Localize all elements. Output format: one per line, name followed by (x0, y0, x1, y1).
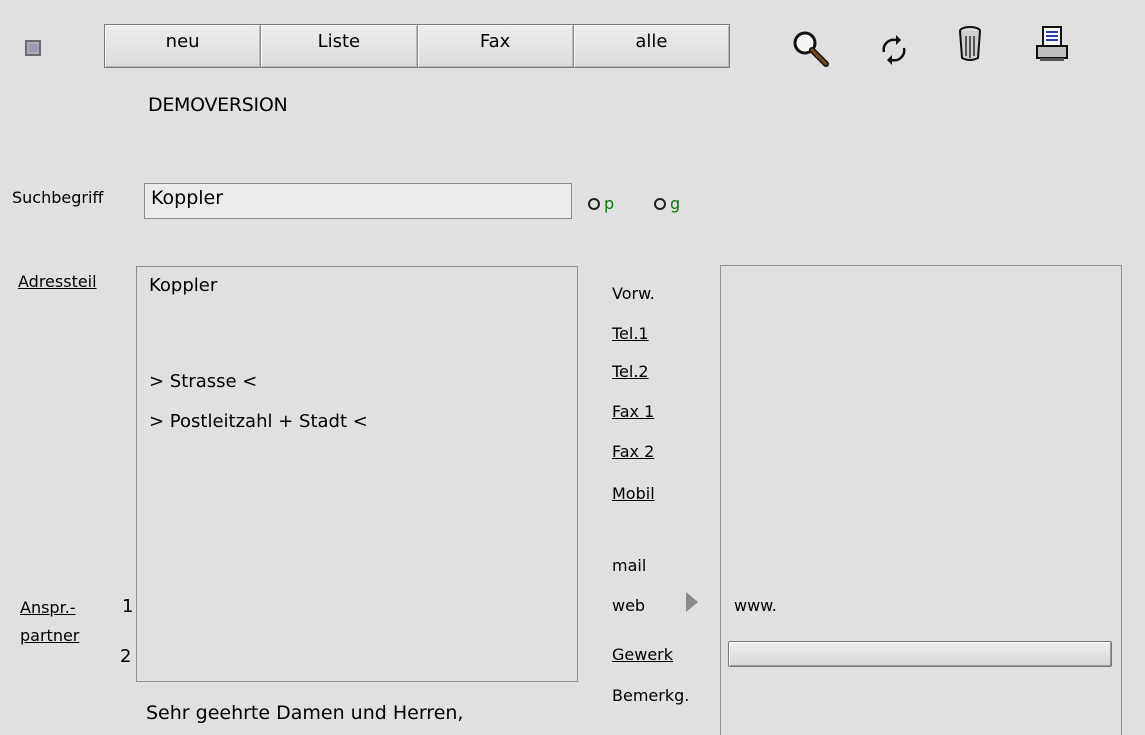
radio-p-circle[interactable] (588, 197, 600, 210)
list-button[interactable]: Liste (261, 25, 418, 67)
demo-version-label: DEMOVERSION (148, 94, 288, 116)
remarks-label: Bemerkg. (612, 686, 690, 705)
fax1-link[interactable]: Fax 1 (612, 402, 654, 421)
phone1-link[interactable]: Tel.1 (612, 324, 649, 343)
address-name-line: Koppler (149, 275, 218, 296)
phone2-link[interactable]: Tel.2 (612, 362, 649, 381)
greeting-text[interactable]: Sehr geehrte Damen und Herren, (146, 702, 463, 724)
search-icon[interactable] (790, 28, 830, 68)
radio-p-label: p (604, 194, 615, 213)
address-part-link[interactable]: Adressteil (18, 272, 97, 291)
address-street-line: > Strasse < (149, 371, 258, 392)
mobile-link[interactable]: Mobil (612, 484, 655, 503)
open-web-arrow-icon[interactable] (686, 592, 698, 612)
contact-person-link-line1[interactable]: Anspr.- (20, 598, 76, 617)
mail-label: mail (612, 556, 647, 575)
toolbar-button-bar: neu Liste Fax alle (104, 24, 730, 68)
web-label: web (612, 596, 646, 615)
address-textarea[interactable]: Koppler > Strasse < > Postleitzahl + Sta… (136, 266, 578, 682)
window-toggle-checkbox[interactable] (25, 40, 41, 56)
trade-select[interactable] (728, 641, 1112, 667)
all-button[interactable]: alle (573, 25, 729, 67)
contact-person-number-1[interactable]: 1 (122, 596, 133, 617)
contact-person-link-line2[interactable]: partner (20, 626, 79, 645)
trade-link[interactable]: Gewerk (612, 645, 673, 664)
radio-option-g[interactable]: g (654, 194, 680, 213)
refresh-icon[interactable] (874, 30, 914, 70)
radio-g-circle[interactable] (654, 197, 666, 210)
search-label: Suchbegriff (12, 188, 104, 207)
salutation-label: Vorw. (612, 284, 655, 303)
fax-button[interactable]: Fax (417, 25, 574, 67)
radio-g-label: g (670, 194, 681, 213)
print-icon[interactable] (1032, 24, 1072, 64)
fax2-link[interactable]: Fax 2 (612, 442, 654, 461)
web-value[interactable]: www. (734, 596, 777, 615)
radio-option-p[interactable]: p (588, 194, 614, 213)
trash-icon[interactable] (950, 24, 990, 64)
address-city-line: > Postleitzahl + Stadt < (149, 411, 368, 432)
search-input[interactable] (144, 183, 572, 219)
contact-person-number-2[interactable]: 2 (120, 646, 131, 667)
new-button[interactable]: neu (105, 25, 262, 67)
